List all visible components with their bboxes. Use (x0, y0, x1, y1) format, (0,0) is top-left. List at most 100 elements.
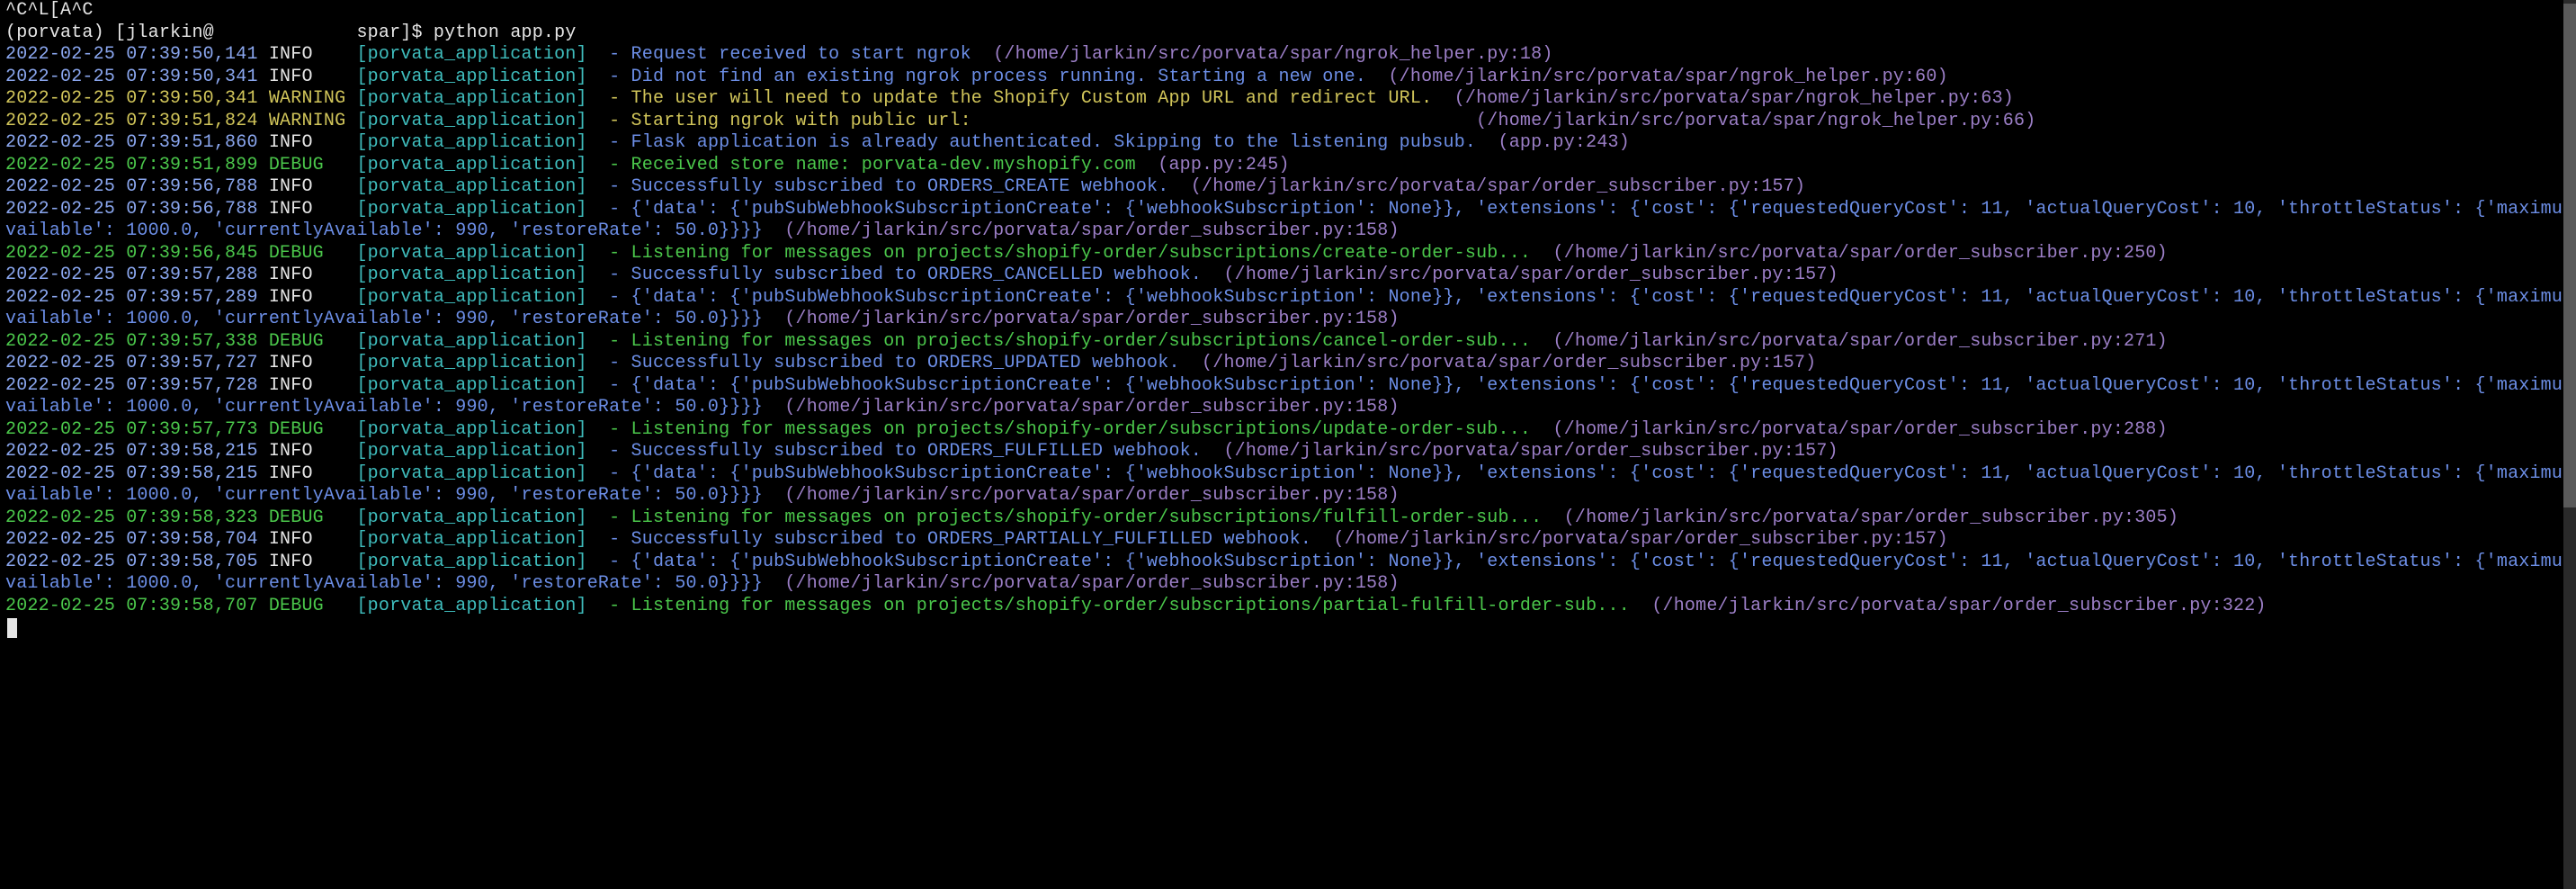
log-line: 2022-02-25 07:39:51,860 INFO [porvata_ap… (5, 132, 2571, 155)
log-message: - Listening for messages on projects/sho… (598, 243, 1553, 264)
log-line: 2022-02-25 07:39:50,341 WARNING [porvata… (5, 88, 2571, 111)
log-line: 2022-02-25 07:39:57,728 INFO [porvata_ap… (5, 375, 2571, 398)
log-timestamp: 2022-02-25 07:39:57,338 (5, 331, 269, 352)
log-line: 2022-02-25 07:39:58,704 INFO [porvata_ap… (5, 529, 2571, 552)
log-path: (/home/jlarkin/src/porvata/spar/order_su… (1223, 441, 1838, 462)
log-timestamp: 2022-02-25 07:39:58,323 (5, 507, 269, 528)
log-logger: [porvata_application] (356, 199, 597, 220)
log-level: INFO (269, 552, 357, 572)
log-level: INFO (269, 176, 357, 197)
log-path: (/home/jlarkin/src/porvata/spar/ngrok_he… (993, 44, 1552, 65)
log-logger: [porvata_application] (356, 88, 597, 109)
log-path: (app.py:245) (1158, 155, 1289, 175)
log-timestamp: 2022-02-25 07:39:58,704 (5, 529, 269, 550)
log-logger: [porvata_application] (356, 287, 597, 308)
log-timestamp: 2022-02-25 07:39:51,824 (5, 111, 269, 131)
log-line: 2022-02-25 07:39:58,705 INFO [porvata_ap… (5, 552, 2571, 574)
log-path: (/home/jlarkin/src/porvata/spar/order_su… (784, 485, 1399, 506)
log-line-cont: vailable': 1000.0, 'currentlyAvailable':… (5, 485, 2571, 507)
log-message: - Successfully subscribed to ORDERS_FULF… (598, 441, 1224, 462)
log-message: - Listening for messages on projects/sho… (598, 596, 1651, 616)
log-path: (/home/jlarkin/src/porvata/spar/order_su… (1191, 176, 1805, 197)
log-logger: [porvata_application] (356, 44, 597, 65)
log-message: vailable': 1000.0, 'currentlyAvailable':… (5, 309, 784, 329)
log-level: INFO (269, 375, 357, 396)
log-path: (/home/jlarkin/src/porvata/spar/order_su… (784, 220, 1399, 241)
log-message: vailable': 1000.0, 'currentlyAvailable':… (5, 397, 784, 418)
log-level: INFO (269, 199, 357, 220)
log-timestamp: 2022-02-25 07:39:56,788 (5, 176, 269, 197)
log-timestamp: 2022-02-25 07:39:50,341 (5, 67, 269, 87)
log-line: 2022-02-25 07:39:57,288 INFO [porvata_ap… (5, 265, 2571, 287)
log-message: - Received store name: porvata-dev.mysho… (598, 155, 1158, 175)
log-logger: [porvata_application] (356, 331, 597, 352)
log-logger: [porvata_application] (356, 265, 597, 285)
log-level: INFO (269, 132, 357, 153)
log-level: DEBUG (269, 331, 357, 352)
log-logger: [porvata_application] (356, 155, 597, 175)
log-level: DEBUG (269, 419, 357, 440)
interrupt-text: ^C^L[A^C (5, 0, 94, 21)
log-level: INFO (269, 529, 357, 550)
log-logger: [porvata_application] (356, 353, 597, 373)
log-level: DEBUG (269, 155, 357, 175)
log-timestamp: 2022-02-25 07:39:57,289 (5, 287, 269, 308)
log-logger: [porvata_application] (356, 132, 597, 153)
log-message: - Flask application is already authentic… (598, 132, 1498, 153)
scrollbar-track[interactable] (2563, 0, 2576, 889)
log-logger: [porvata_application] (356, 596, 597, 616)
log-message: vailable': 1000.0, 'currentlyAvailable':… (5, 485, 784, 506)
log-level: INFO (269, 463, 357, 484)
log-line: 2022-02-25 07:39:50,141 INFO [porvata_ap… (5, 44, 2571, 67)
log-line: 2022-02-25 07:39:51,899 DEBUG [porvata_a… (5, 155, 2571, 177)
log-message: - The user will need to update the Shopi… (598, 88, 1454, 109)
log-path: (/home/jlarkin/src/porvata/spar/order_su… (1564, 507, 2178, 528)
log-path: (/home/jlarkin/src/porvata/spar/order_su… (1223, 265, 1838, 285)
user-host: [jlarkin@ (115, 22, 356, 43)
log-path: (app.py:243) (1498, 132, 1630, 153)
cursor[interactable] (7, 618, 17, 638)
log-line: 2022-02-25 07:39:58,215 INFO [porvata_ap… (5, 441, 2571, 463)
log-timestamp: 2022-02-25 07:39:51,899 (5, 155, 269, 175)
scrollbar-thumb[interactable] (2563, 4, 2576, 507)
log-path: (/home/jlarkin/src/porvata/spar/order_su… (784, 573, 1399, 594)
log-level: INFO (269, 67, 357, 87)
log-timestamp: 2022-02-25 07:39:51,860 (5, 132, 269, 153)
log-level: INFO (269, 441, 357, 462)
log-logger: [porvata_application] (356, 441, 597, 462)
log-path: (/home/jlarkin/src/porvata/spar/order_su… (1202, 353, 1816, 373)
log-timestamp: 2022-02-25 07:39:58,707 (5, 596, 269, 616)
log-message: - {'data': {'pubSubWebhookSubscriptionCr… (598, 199, 2576, 220)
log-message: - Listening for messages on projects/sho… (598, 331, 1553, 352)
log-line-cont: vailable': 1000.0, 'currentlyAvailable':… (5, 220, 2571, 243)
prompt-suffix: spar]$ (356, 22, 433, 43)
log-line: 2022-02-25 07:39:50,341 INFO [porvata_ap… (5, 67, 2571, 89)
log-message: vailable': 1000.0, 'currentlyAvailable':… (5, 220, 784, 241)
log-logger: [porvata_application] (356, 463, 597, 484)
log-line: 2022-02-25 07:39:56,788 INFO [porvata_ap… (5, 199, 2571, 221)
log-level: INFO (269, 287, 357, 308)
log-path: (/home/jlarkin/src/porvata/spar/ngrok_he… (1388, 67, 1947, 87)
log-timestamp: 2022-02-25 07:39:57,288 (5, 265, 269, 285)
log-timestamp: 2022-02-25 07:39:56,788 (5, 199, 269, 220)
log-path: (/home/jlarkin/src/porvata/spar/ngrok_he… (1454, 88, 2014, 109)
log-line: 2022-02-25 07:39:58,215 INFO [porvata_ap… (5, 463, 2571, 486)
venv-name: (porvata) (5, 22, 115, 43)
command: python app.py (434, 22, 577, 43)
log-logger: [porvata_application] (356, 419, 597, 440)
log-line: 2022-02-25 07:39:58,707 DEBUG [porvata_a… (5, 596, 2571, 618)
terminal-output[interactable]: ^C^L[A^C(porvata) [jlarkin@ spar]$ pytho… (0, 0, 2576, 640)
log-logger: [porvata_application] (356, 176, 597, 197)
log-timestamp: 2022-02-25 07:39:50,141 (5, 44, 269, 65)
log-message: - {'data': {'pubSubWebhookSubscriptionCr… (598, 375, 2576, 396)
log-line: 2022-02-25 07:39:57,338 DEBUG [porvata_a… (5, 331, 2571, 354)
log-line-cont: vailable': 1000.0, 'currentlyAvailable':… (5, 309, 2571, 331)
prompt-line: (porvata) [jlarkin@ spar]$ python app.py (5, 22, 2571, 45)
log-timestamp: 2022-02-25 07:39:57,728 (5, 375, 269, 396)
log-logger: [porvata_application] (356, 243, 597, 264)
log-path: (/home/jlarkin/src/porvata/spar/order_su… (1651, 596, 2266, 616)
log-logger: [porvata_application] (356, 111, 597, 131)
cursor-line[interactable] (5, 617, 2571, 640)
log-message: - Successfully subscribed to ORDERS_CANC… (598, 265, 1224, 285)
log-path: (/home/jlarkin/src/porvata/spar/order_su… (784, 397, 1399, 418)
